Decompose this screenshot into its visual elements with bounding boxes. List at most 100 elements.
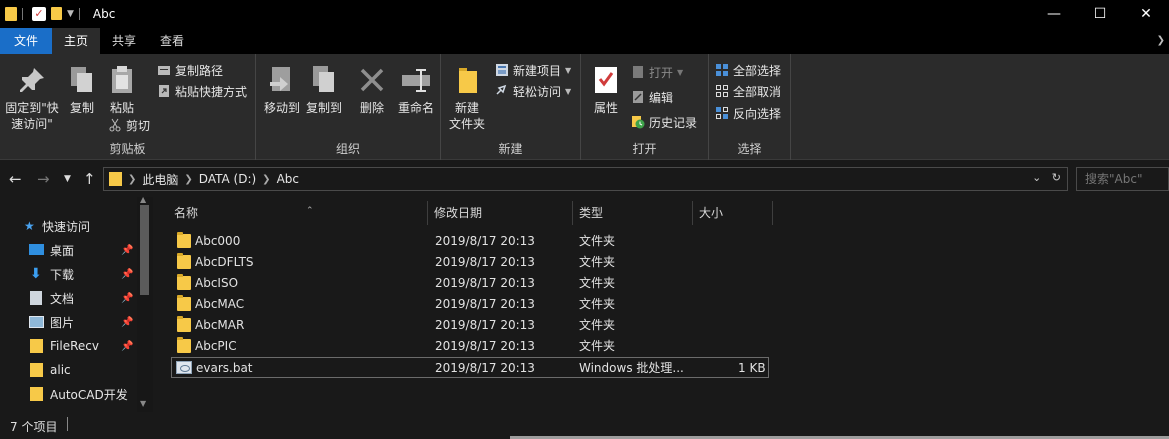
table-row[interactable]: AbcDFLTS 2019/8/17 20:13 文件夹 [171, 252, 769, 273]
select-none-button[interactable]: 全部取消 [715, 82, 781, 100]
table-row[interactable]: AbcPIC 2019/8/17 20:13 文件夹 [171, 336, 769, 357]
refresh-icon[interactable]: ↻ [1052, 171, 1061, 184]
properties-button[interactable]: 属性 [589, 64, 623, 116]
delete-label: 删除 [359, 101, 384, 115]
sidebar-item-pictures[interactable]: 图片 📌 [0, 310, 153, 334]
pin-icon[interactable]: 📌 [121, 317, 133, 328]
tab-view[interactable]: 查看 [148, 28, 196, 54]
copy-to-button[interactable]: 复制到 [304, 64, 344, 116]
select-none-label: 全部取消 [733, 84, 782, 99]
address-history-icon[interactable]: ⌄ [1032, 171, 1041, 184]
clipboard-group: 固定到"快 速访问" 复制 粘贴 复制路径 粘贴快捷方式 剪切 剪贴板 [0, 54, 256, 160]
copy-to-label: 复制到 [305, 101, 342, 115]
sidebar-item-label: alic [50, 363, 71, 377]
tab-file[interactable]: 文件 [0, 28, 52, 54]
open-button[interactable]: 打开 ▼ [631, 63, 683, 81]
up-icon[interactable]: ↑ [83, 170, 96, 188]
table-row[interactable]: evars.bat 2019/8/17 20:13 Windows 批处理...… [171, 357, 769, 378]
file-modified: 2019/8/17 20:13 [435, 361, 535, 375]
clipboard-group-label: 剪贴板 [109, 142, 146, 156]
open-label: 打开 [649, 65, 674, 80]
table-row[interactable]: Abc000 2019/8/17 20:13 文件夹 [171, 231, 769, 252]
sidebar-item-label: AutoCAD开发 [50, 387, 128, 402]
pin-icon[interactable]: 📌 [121, 245, 133, 256]
select-all-button[interactable]: 全部选择 [715, 61, 781, 79]
sidebar-item-downloads[interactable]: ⬇ 下载 📌 [0, 262, 153, 286]
breadcrumb-separator-icon[interactable]: ❯ [184, 174, 192, 185]
pin-icon[interactable]: 📌 [121, 293, 133, 304]
forward-icon[interactable]: → [37, 170, 50, 188]
rename-button[interactable]: 重命名 [394, 64, 438, 116]
copy-button[interactable]: 复制 [64, 64, 100, 116]
history-label: 历史记录 [649, 115, 698, 130]
sidebar-item-autocad[interactable]: AutoCAD开发 [0, 382, 153, 406]
new-item-dropdown-icon[interactable]: ▼ [565, 66, 571, 75]
history-button[interactable]: 历史记录 [631, 113, 697, 131]
invert-selection-button[interactable]: 反向选择 [715, 104, 781, 122]
column-header-modified[interactable]: 修改日期 [428, 201, 573, 225]
scroll-up-icon[interactable]: ▲ [140, 195, 146, 204]
column-header-type[interactable]: 类型 [573, 201, 693, 225]
folder-icon [177, 337, 191, 353]
sidebar-item-quick-access[interactable]: ★ 快速访问 [0, 214, 153, 238]
easy-access-dropdown-icon[interactable]: ▼ [565, 87, 571, 96]
desktop-icon [29, 244, 44, 255]
new-folder-quick-icon[interactable] [51, 7, 62, 20]
minimize-button[interactable]: — [1031, 0, 1077, 27]
file-type: 文件夹 [579, 234, 616, 248]
pin-icon[interactable]: 📌 [121, 341, 133, 352]
breadcrumb-abc[interactable]: Abc [277, 172, 299, 186]
recent-locations-icon[interactable]: ▼ [64, 174, 71, 184]
table-row[interactable]: AbcISO 2019/8/17 20:13 文件夹 [171, 273, 769, 294]
delete-button[interactable]: 删除 [356, 64, 388, 116]
scroll-down-icon[interactable]: ▼ [140, 399, 146, 408]
table-row[interactable]: AbcMAC 2019/8/17 20:13 文件夹 [171, 294, 769, 315]
navigation-bar: ← → ▼ ↑ ❯ 此电脑 ❯ DATA (D:) ❯ Abc ⌄ ↻ [0, 161, 1169, 197]
sidebar-item-alic[interactable]: alic [0, 358, 153, 382]
column-header-size[interactable]: 大小 [693, 201, 773, 225]
expand-ribbon-icon[interactable]: ❯ [1157, 35, 1165, 46]
customize-quick-access-icon[interactable]: ▼ [67, 9, 74, 19]
copy-path-button[interactable]: 复制路径 [157, 61, 223, 79]
column-header-name[interactable]: ⌃ 名称 [168, 201, 428, 225]
breadcrumb-data-drive[interactable]: DATA (D:) [199, 172, 256, 186]
file-name: Abc000 [195, 234, 241, 248]
breadcrumb-separator-icon[interactable]: ❯ [262, 174, 270, 185]
pin-icon[interactable]: 📌 [121, 269, 133, 280]
folder-icon [177, 274, 191, 290]
cut-button[interactable]: 剪切 [108, 116, 150, 134]
select-none-icon [715, 84, 729, 98]
maximize-button[interactable]: ☐ [1077, 0, 1123, 27]
folder-icon [177, 232, 191, 248]
search-input[interactable] [1076, 167, 1169, 191]
tab-share[interactable]: 共享 [100, 28, 148, 54]
pin-quick-access-button[interactable]: 固定到"快 速访问" [4, 64, 60, 132]
easy-access-button[interactable]: 轻松访问 ▼ [495, 82, 571, 100]
sidebar-scrollbar[interactable]: ▲ ▼ [137, 195, 153, 412]
paste-button[interactable]: 粘贴 [104, 64, 140, 116]
tab-home[interactable]: 主页 [52, 28, 101, 54]
sidebar-item-filerecv[interactable]: FileRecv 📌 [0, 334, 153, 358]
close-button[interactable]: ✕ [1123, 0, 1169, 27]
paste-shortcut-button[interactable]: 粘贴快捷方式 [157, 82, 247, 100]
back-icon[interactable]: ← [9, 170, 22, 188]
file-name: AbcPIC [195, 339, 237, 353]
breadcrumb-separator-icon[interactable]: ❯ [128, 174, 136, 185]
properties-quick-icon[interactable]: ✓ [32, 6, 46, 21]
new-item-button[interactable]: 新建项目 ▼ [495, 61, 571, 79]
properties-icon [590, 64, 622, 96]
address-bar[interactable]: ❯ 此电脑 ❯ DATA (D:) ❯ Abc ⌄ ↻ [103, 167, 1068, 191]
new-group-label: 新建 [498, 142, 523, 156]
move-to-button[interactable]: 移动到 [262, 64, 302, 116]
new-folder-button[interactable]: 新建 文件夹 [447, 64, 487, 132]
sidebar-scroll-thumb[interactable] [140, 205, 149, 295]
folder-icon [30, 387, 43, 401]
table-row[interactable]: AbcMAR 2019/8/17 20:13 文件夹 [171, 315, 769, 336]
select-group-label: 选择 [737, 142, 762, 156]
edit-button[interactable]: 编辑 [631, 88, 673, 106]
open-dropdown-icon[interactable]: ▼ [677, 68, 683, 77]
sidebar-item-documents[interactable]: 文档 📌 [0, 286, 153, 310]
file-type: 文件夹 [579, 276, 616, 290]
breadcrumb-this-pc[interactable]: 此电脑 [142, 171, 178, 188]
sidebar-item-desktop[interactable]: 桌面 📌 [0, 238, 153, 262]
